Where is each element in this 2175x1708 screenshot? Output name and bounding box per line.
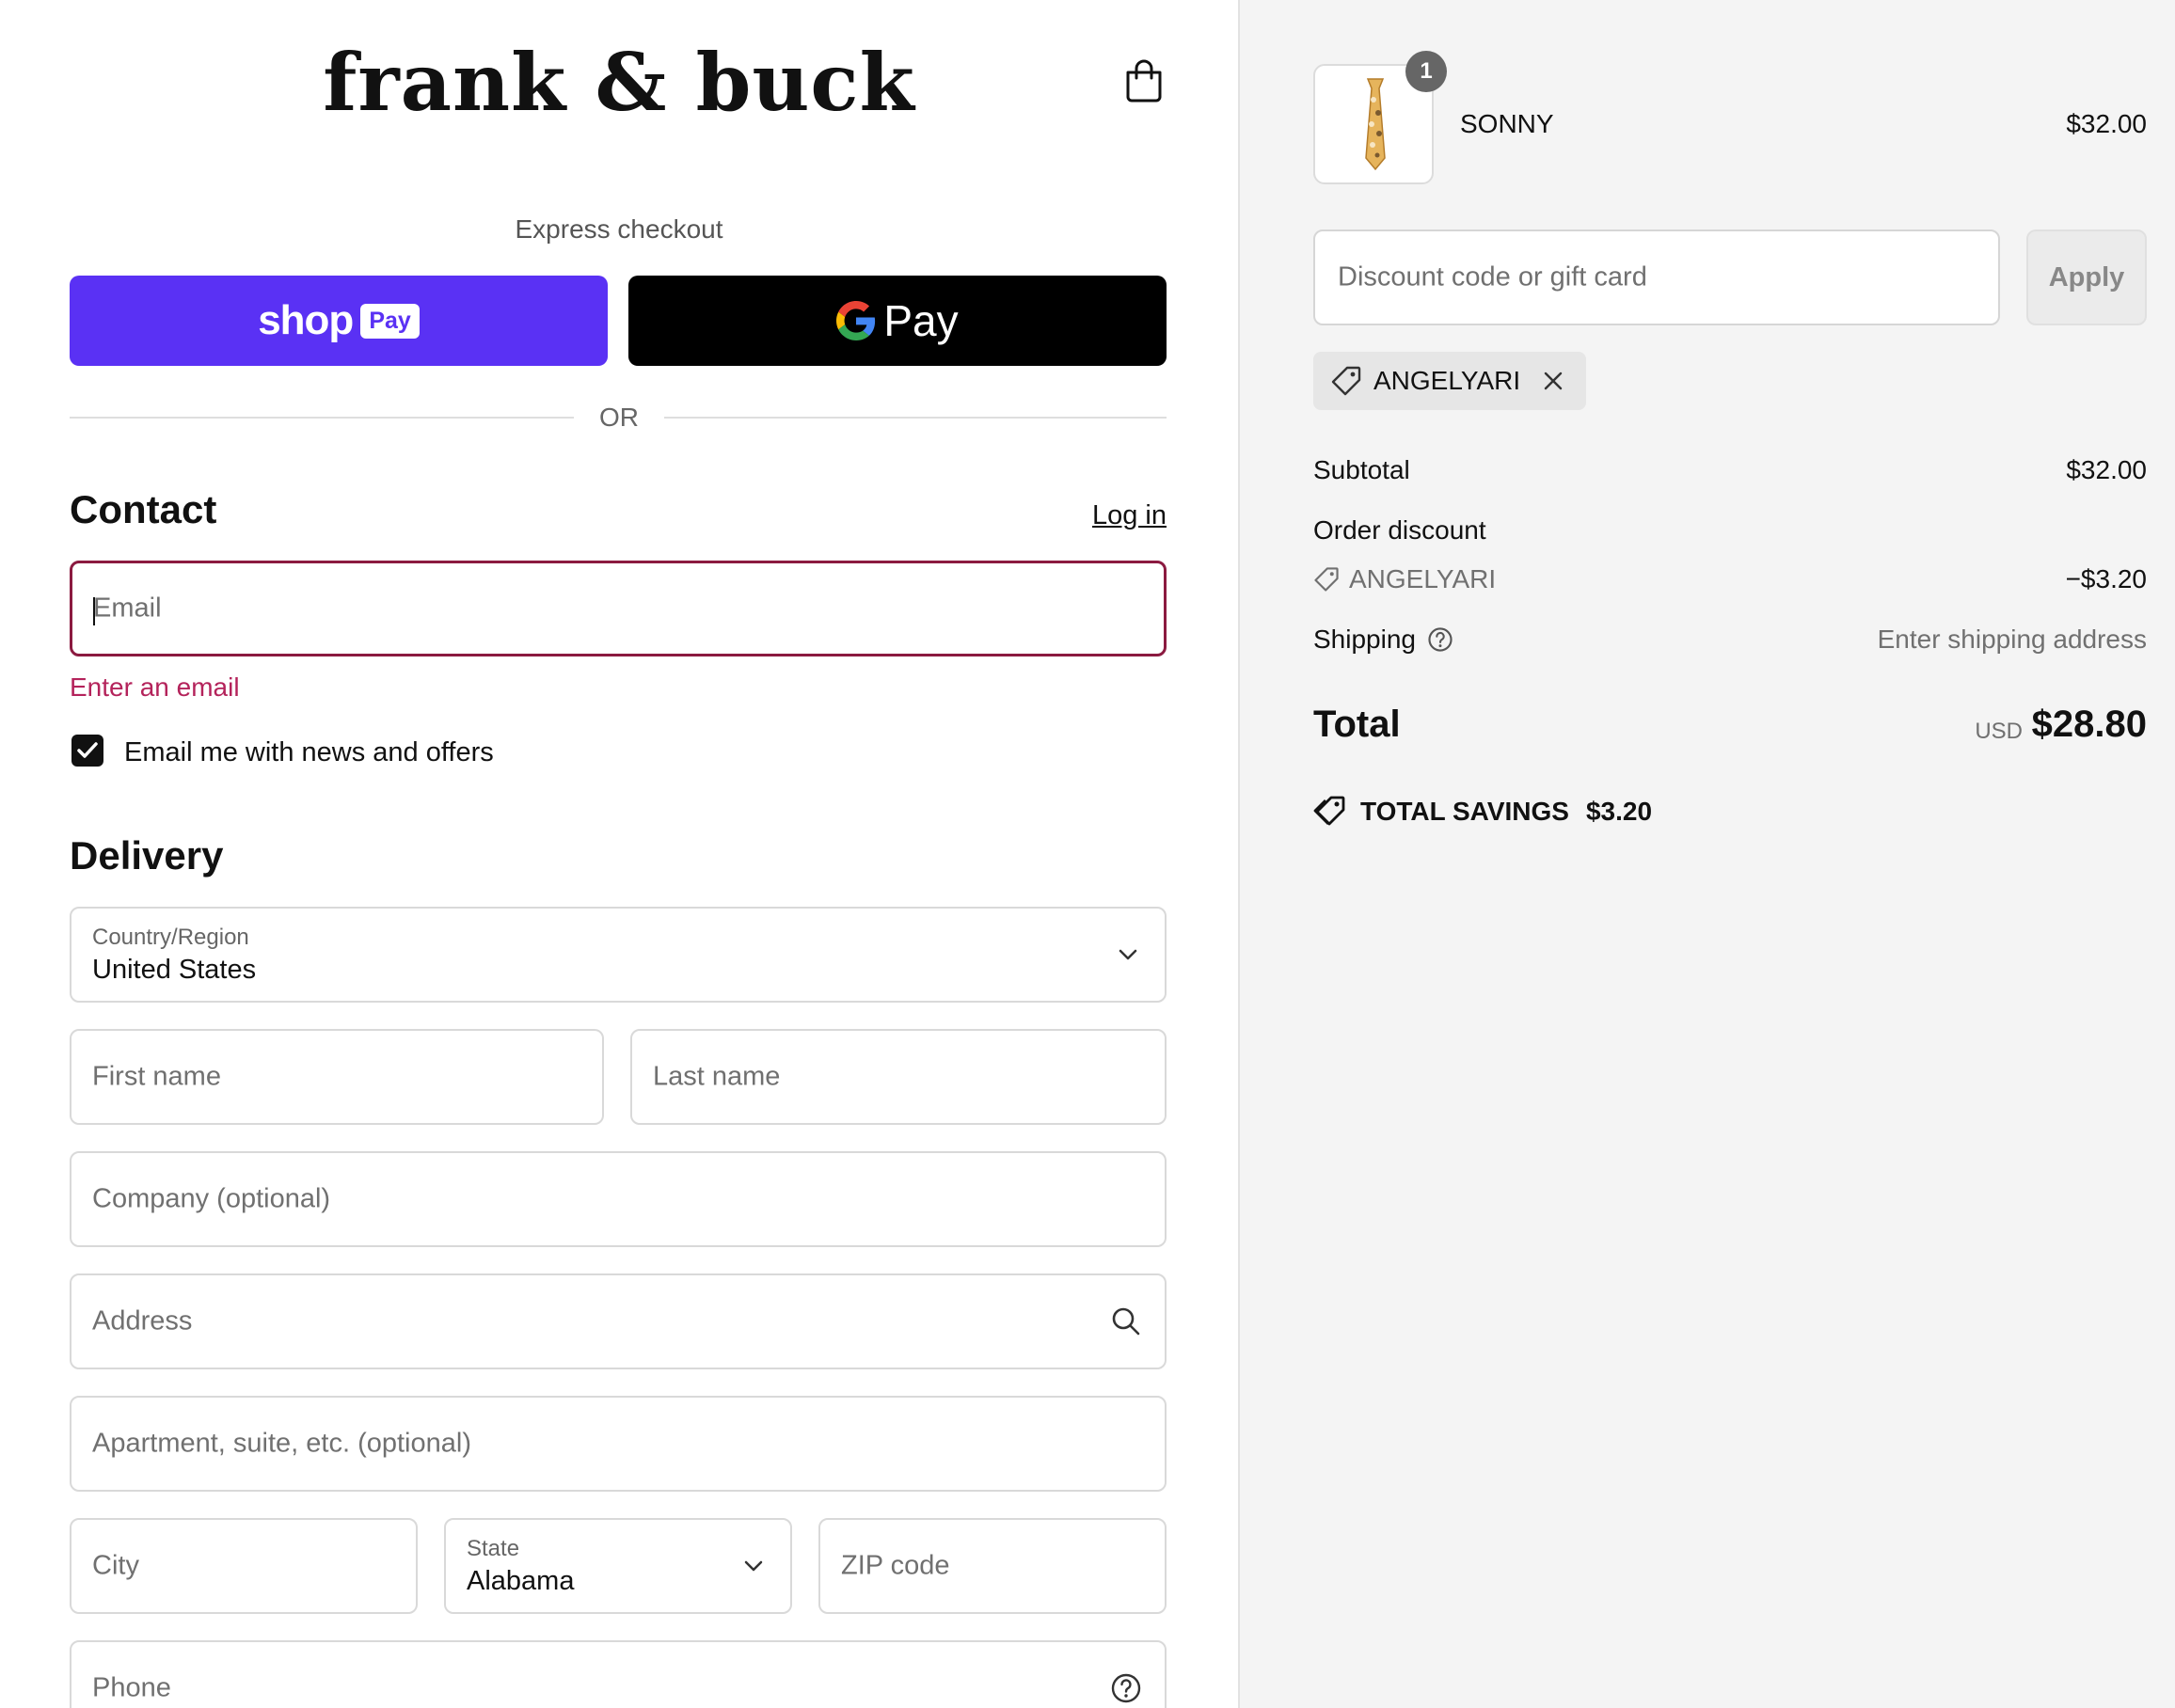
help-circle-icon[interactable] — [1110, 1672, 1142, 1704]
zip-code-field[interactable]: ZIP code — [818, 1518, 1167, 1614]
state-select[interactable]: State Alabama — [444, 1518, 792, 1614]
divider-right — [664, 417, 1167, 419]
shop-pay-wordmark: shop — [258, 297, 354, 343]
discount-value: −$3.20 — [2065, 564, 2147, 593]
address-field[interactable]: Address — [70, 1273, 1167, 1369]
country-value: United States — [92, 955, 257, 985]
email-placeholder: Email — [93, 593, 162, 624]
total-label: Total — [1313, 704, 1401, 745]
total-currency: USD — [1975, 719, 2023, 744]
applied-code-label: ANGELYARI — [1373, 366, 1521, 395]
company-placeholder: Company (optional) — [92, 1183, 331, 1214]
discount-placeholder: Discount code or gift card — [1338, 261, 1647, 293]
tag-icon — [1314, 567, 1339, 592]
log-in-link[interactable]: Log in — [1092, 500, 1167, 531]
google-g-icon — [836, 301, 876, 340]
state-label: State — [467, 1536, 520, 1561]
total-savings-label: TOTAL SAVINGS — [1360, 797, 1569, 826]
country-label: Country/Region — [92, 925, 249, 950]
applied-discount-chip: ANGELYARI — [1313, 352, 1587, 410]
apartment-placeholder: Apartment, suite, etc. (optional) — [92, 1428, 471, 1459]
address-placeholder: Address — [92, 1305, 193, 1336]
order-summary-column: 1 SONNY $32.00 Discount code or gift car… — [1238, 0, 2175, 1708]
google-pay-button[interactable]: Pay — [628, 276, 1167, 366]
apply-button[interactable]: Apply — [2026, 229, 2147, 325]
total-value: $28.80 — [2031, 704, 2147, 745]
shop-pay-badge: Pay — [360, 303, 420, 339]
delivery-heading: Delivery — [70, 833, 224, 878]
quantity-badge: 1 — [1405, 51, 1447, 92]
total-savings: TOTAL SAVINGS $3.20 — [1313, 795, 1652, 829]
city-field[interactable]: City — [70, 1518, 418, 1614]
total-savings-value: $3.20 — [1585, 797, 1653, 826]
subtotal-label: Subtotal — [1313, 455, 1410, 484]
checkout-form-column: frank & buck Express checkout shop Pay P… — [0, 0, 1238, 1708]
checkmark-icon — [77, 742, 98, 758]
newsletter-label[interactable]: Email me with news and offers — [124, 737, 494, 768]
shopping-bag-icon[interactable] — [1124, 59, 1164, 103]
contact-heading: Contact — [70, 487, 217, 531]
express-checkout-label: Express checkout — [515, 214, 723, 244]
shipping-label: Shipping — [1313, 625, 1416, 654]
subtotal-value: $32.00 — [2066, 455, 2147, 484]
tag-icon — [1331, 366, 1361, 396]
phone-placeholder: Phone — [92, 1672, 171, 1703]
shop-pay-button[interactable]: shop Pay — [70, 276, 608, 366]
first-name-placeholder: First name — [92, 1061, 221, 1092]
discount-code-field[interactable]: Discount code or gift card — [1313, 229, 2000, 325]
shipping-value: Enter shipping address — [1877, 625, 2147, 654]
country-select[interactable]: Country/Region United States — [70, 907, 1167, 1003]
zip-code-placeholder: ZIP code — [841, 1550, 950, 1581]
email-field[interactable]: Email — [70, 561, 1167, 656]
first-name-field[interactable]: First name — [70, 1029, 604, 1125]
shipping-row: Shipping — [1313, 625, 1453, 655]
chevron-down-icon — [744, 1560, 763, 1572]
remove-discount-icon[interactable] — [1543, 371, 1564, 391]
search-icon[interactable] — [1110, 1305, 1142, 1337]
order-discount-label: Order discount — [1313, 515, 1486, 545]
chevron-down-icon — [1119, 949, 1137, 960]
google-pay-wordmark: Pay — [883, 296, 959, 345]
brand-logo[interactable]: frank & buck — [0, 36, 1238, 129]
last-name-field[interactable]: Last name — [630, 1029, 1167, 1125]
phone-field[interactable]: Phone — [70, 1640, 1167, 1708]
discount-code-row: ANGELYARI — [1313, 564, 1496, 594]
savings-tag-icon — [1313, 796, 1345, 826]
state-value: Alabama — [467, 1566, 575, 1596]
product-price: $32.00 — [2066, 109, 2147, 138]
product-name: SONNY — [1460, 109, 1554, 138]
help-circle-icon[interactable] — [1427, 626, 1453, 653]
email-error-message: Enter an email — [70, 672, 240, 702]
newsletter-checkbox[interactable] — [71, 735, 103, 767]
company-field[interactable]: Company (optional) — [70, 1151, 1167, 1247]
last-name-placeholder: Last name — [653, 1061, 781, 1092]
city-placeholder: City — [92, 1550, 139, 1581]
discount-code-label: ANGELYARI — [1349, 564, 1497, 593]
apartment-field[interactable]: Apartment, suite, etc. (optional) — [70, 1396, 1167, 1492]
